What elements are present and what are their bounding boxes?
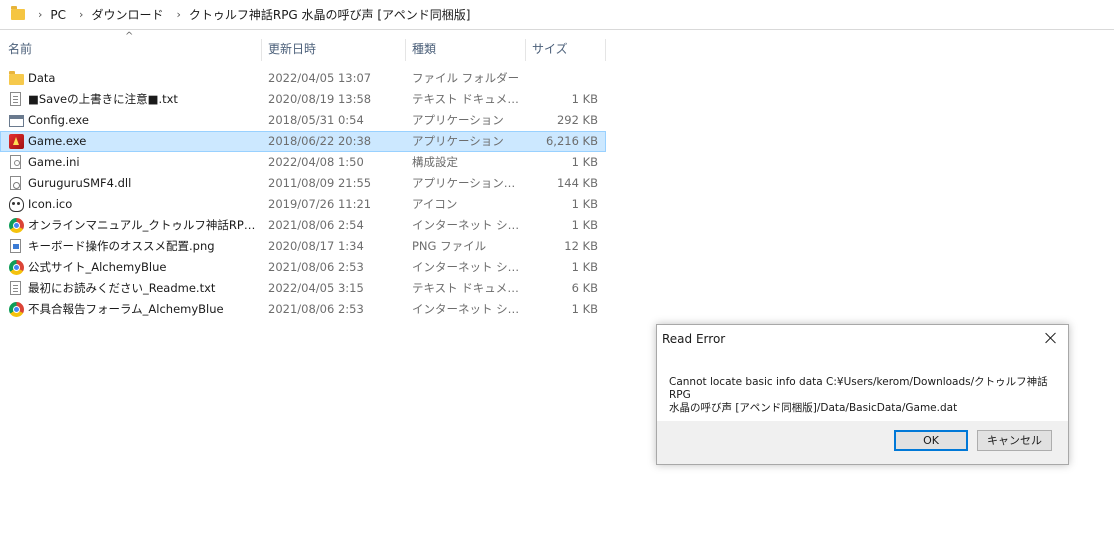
file-row-game-ini[interactable]: Game.ini 2022/04/08 1:50 構成設定 1 KB — [0, 152, 606, 173]
file-modified: 2020/08/19 13:58 — [268, 92, 372, 106]
file-type: テキスト ドキュメント — [412, 92, 522, 106]
file-size: 292 KB — [556, 113, 598, 127]
file-row-online-manual[interactable]: オンラインマニュアル_クトゥルフ神話RPG_水晶... 2021/08/06 2… — [0, 215, 606, 236]
chevron-right-icon[interactable]: › — [79, 8, 83, 21]
file-row-save-notice-txt[interactable]: ■Saveの上書きに注意■.txt 2020/08/19 13:58 テキスト … — [0, 89, 606, 110]
file-size: 1 KB — [571, 92, 598, 106]
column-divider[interactable] — [405, 39, 406, 61]
file-size: 1 KB — [571, 302, 598, 316]
column-header-type[interactable]: 種類 — [412, 37, 436, 61]
file-size: 1 KB — [571, 197, 598, 211]
close-icon[interactable] — [1043, 330, 1059, 346]
file-name: ■Saveの上書きに注意■.txt — [28, 92, 178, 106]
file-type: アプリケーション — [412, 134, 504, 148]
file-modified: 2018/05/31 0:54 — [268, 113, 364, 127]
file-row-icon-ico[interactable]: Icon.ico 2019/07/26 11:21 アイコン 1 KB — [0, 194, 606, 215]
cancel-button[interactable]: キャンセル — [977, 430, 1052, 451]
column-divider[interactable] — [525, 39, 526, 61]
dialog-message: Cannot locate basic info data C:¥Users/k… — [669, 376, 1059, 415]
text-file-icon — [10, 92, 21, 106]
file-modified: 2022/04/05 13:07 — [268, 71, 372, 85]
file-type: 構成設定 — [412, 155, 458, 169]
file-modified: 2018/06/22 20:38 — [268, 134, 372, 148]
file-row-official-site[interactable]: 公式サイト_AlchemyBlue 2021/08/06 2:53 インターネッ… — [0, 257, 606, 278]
file-name: GuruguruSMF4.dll — [28, 176, 132, 190]
file-type: アプリケーション — [412, 113, 504, 127]
column-divider[interactable] — [605, 39, 606, 61]
file-row-readme-txt[interactable]: 最初にお読みください_Readme.txt 2022/04/05 3:15 テキ… — [0, 278, 606, 299]
chevron-right-icon[interactable]: › — [176, 8, 180, 21]
column-headers: ^ 名前 更新日時 種類 サイズ — [0, 31, 606, 61]
read-error-dialog: Read Error Cannot locate basic info data… — [656, 324, 1069, 465]
file-type: アプリケーション拡張 — [412, 176, 522, 190]
column-header-name[interactable]: 名前 — [8, 37, 32, 61]
column-header-size[interactable]: サイズ — [532, 37, 568, 61]
text-file-icon — [10, 281, 21, 295]
file-modified: 2021/08/06 2:53 — [268, 260, 364, 274]
file-name: Config.exe — [28, 113, 89, 127]
file-name: 最初にお読みください_Readme.txt — [28, 281, 216, 295]
settings-file-icon — [10, 155, 21, 169]
file-name: 不具合報告フォーラム_AlchemyBlue — [28, 302, 224, 316]
file-list: Data 2022/04/05 13:07 ファイル フォルダー ■Saveの上… — [0, 68, 606, 320]
file-modified: 2021/08/06 2:54 — [268, 218, 364, 232]
file-row-data[interactable]: Data 2022/04/05 13:07 ファイル フォルダー — [0, 68, 606, 89]
file-type: インターネット ショート... — [412, 218, 522, 232]
file-name: 公式サイト_AlchemyBlue — [28, 260, 167, 274]
chevron-right-icon[interactable]: › — [38, 8, 42, 21]
dialog-message-line: 水晶の呼び声 [アペンド同梱版]/Data/BasicData/Game.dat — [669, 402, 958, 414]
sort-ascending-icon: ^ — [125, 31, 134, 42]
file-name: Game.exe — [28, 134, 87, 148]
file-name: Game.ini — [28, 155, 80, 169]
file-type: アイコン — [412, 197, 458, 211]
file-row-bug-report-forum[interactable]: 不具合報告フォーラム_AlchemyBlue 2021/08/06 2:53 イ… — [0, 299, 606, 320]
dialog-footer: OK キャンセル — [657, 421, 1068, 464]
file-name: キーボード操作のオススメ配置.png — [28, 239, 215, 253]
game-exe-icon — [9, 134, 24, 149]
dialog-title: Read Error — [662, 332, 726, 346]
file-size: 1 KB — [571, 218, 598, 232]
chrome-shortcut-icon — [9, 302, 24, 317]
chrome-shortcut-icon — [9, 260, 24, 275]
file-size: 6,216 KB — [545, 134, 598, 148]
file-modified: 2022/04/08 1:50 — [268, 155, 364, 169]
breadcrumb-downloads[interactable]: ダウンロード — [91, 6, 163, 23]
file-modified: 2019/07/26 11:21 — [268, 197, 372, 211]
chrome-shortcut-icon — [9, 218, 24, 233]
file-name: Data — [28, 71, 56, 85]
file-row-keyboard-png[interactable]: キーボード操作のオススメ配置.png 2020/08/17 1:34 PNG フ… — [0, 236, 606, 257]
file-size: 144 KB — [556, 176, 598, 190]
breadcrumb-current-folder[interactable]: クトゥルフ神話RPG 水晶の呼び声 [アペンド同梱版] — [189, 6, 471, 23]
file-modified: 2011/08/09 21:55 — [268, 176, 372, 190]
file-name: オンラインマニュアル_クトゥルフ神話RPG_水晶... — [28, 218, 256, 232]
folder-icon — [11, 6, 25, 20]
dialog-message-line: Cannot locate basic info data C:¥Users/k… — [669, 376, 1048, 401]
file-type: インターネット ショート... — [412, 302, 522, 316]
file-type: テキスト ドキュメント — [412, 281, 522, 295]
file-row-config-exe[interactable]: Config.exe 2018/05/31 0:54 アプリケーション 292 … — [0, 110, 606, 131]
png-file-icon — [10, 239, 21, 253]
breadcrumb-pc[interactable]: PC — [50, 8, 66, 22]
file-row-guruguru-dll[interactable]: GuruguruSMF4.dll 2011/08/09 21:55 アプリケーシ… — [0, 173, 606, 194]
file-size: 12 KB — [564, 239, 598, 253]
file-size: 1 KB — [571, 155, 598, 169]
file-type: インターネット ショート... — [412, 260, 522, 274]
file-type: ファイル フォルダー — [412, 71, 520, 85]
file-modified: 2021/08/06 2:53 — [268, 302, 364, 316]
folder-icon — [9, 71, 24, 85]
file-size: 1 KB — [571, 260, 598, 274]
file-size: 6 KB — [571, 281, 598, 295]
file-modified: 2022/04/05 3:15 — [268, 281, 364, 295]
file-name: Icon.ico — [28, 197, 73, 211]
file-row-game-exe[interactable]: Game.exe 2018/06/22 20:38 アプリケーション 6,216… — [0, 131, 606, 152]
file-type: PNG ファイル — [412, 239, 487, 253]
column-header-modified[interactable]: 更新日時 — [268, 37, 316, 61]
column-divider[interactable] — [261, 39, 262, 61]
file-modified: 2020/08/17 1:34 — [268, 239, 364, 253]
ok-button[interactable]: OK — [894, 430, 968, 451]
skull-icon — [9, 197, 24, 212]
application-icon — [9, 115, 24, 127]
address-bar[interactable]: › PC › ダウンロード › クトゥルフ神話RPG 水晶の呼び声 [アペンド同… — [0, 0, 1114, 30]
dll-file-icon — [10, 176, 21, 190]
